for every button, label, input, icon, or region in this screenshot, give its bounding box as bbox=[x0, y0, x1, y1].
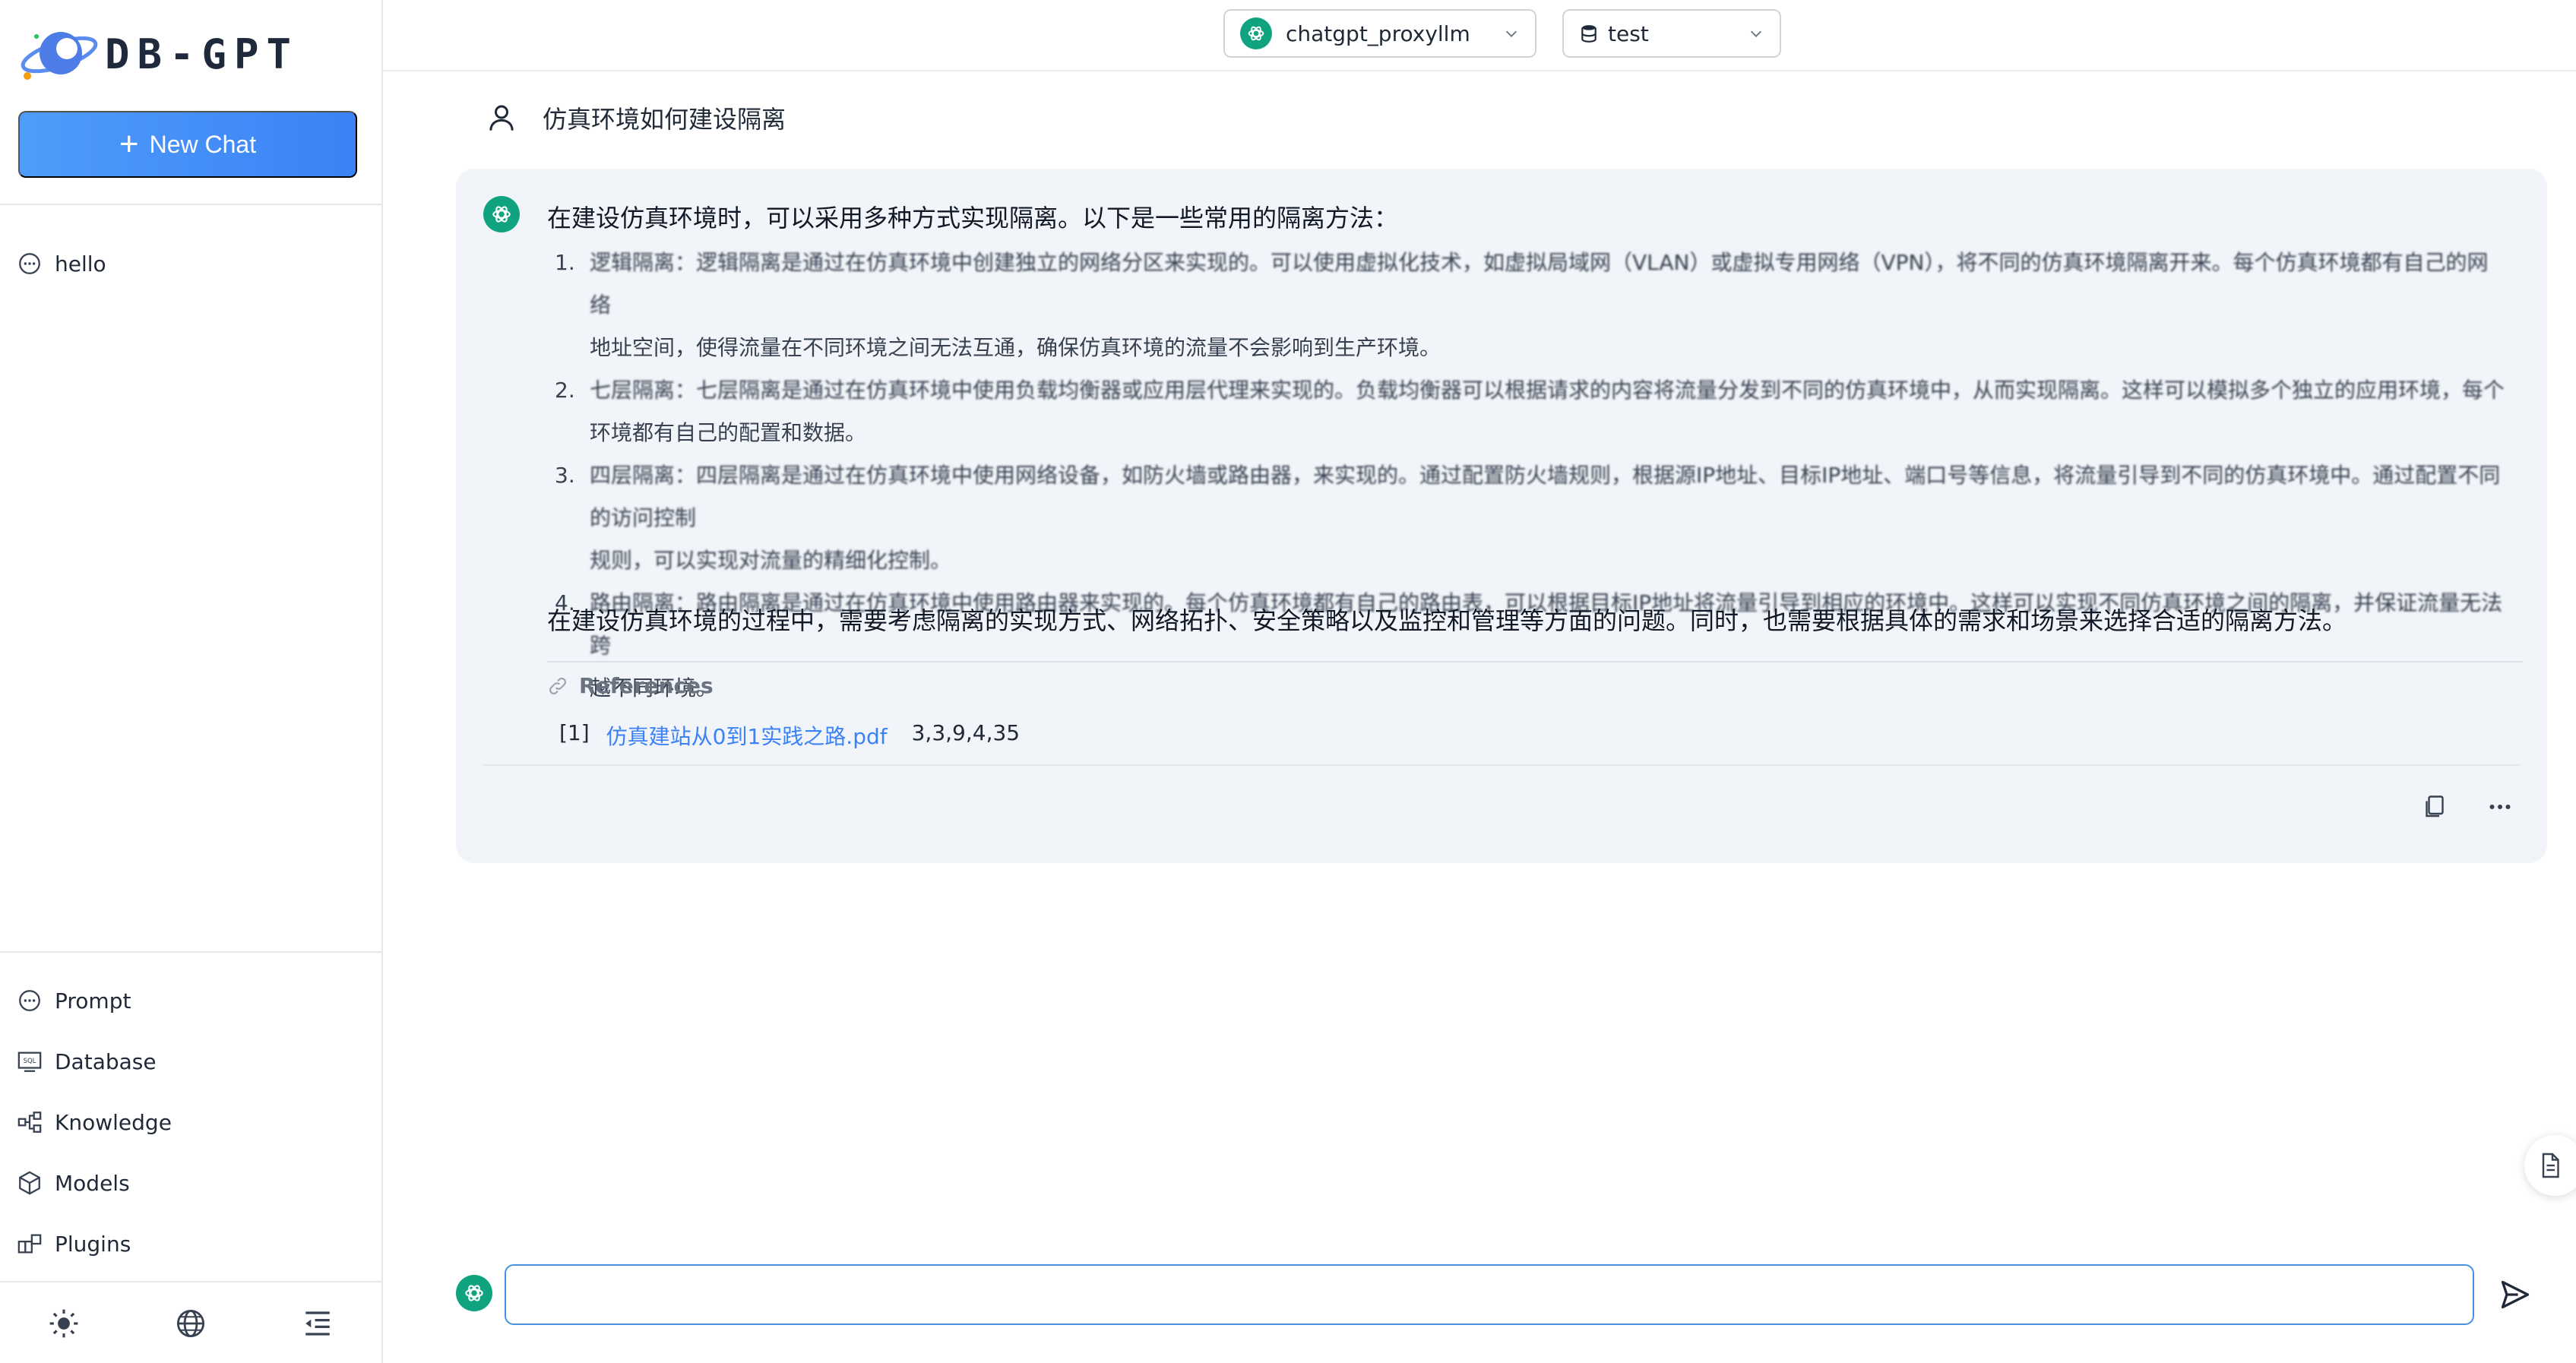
globe-icon[interactable] bbox=[175, 1308, 207, 1339]
sidebar-item-label: Database bbox=[55, 1048, 157, 1074]
list-item-line: 四层隔离：四层隔离是通过在仿真环境中使用网络设备，如防火墙或路由器，来实现的。通… bbox=[590, 463, 2501, 530]
user-icon bbox=[489, 105, 514, 131]
list-number: 3. bbox=[555, 463, 575, 488]
reference-pages: 3,3,9,4,35 bbox=[911, 720, 1021, 745]
reference-index: [1] bbox=[559, 720, 590, 745]
chat-bubble-icon bbox=[19, 253, 40, 274]
answer-intro: 在建设仿真环境时，可以采用多种方式实现隔离。以下是一些常用的隔离方法： bbox=[547, 204, 1399, 232]
chevron-down-icon bbox=[1750, 30, 1762, 37]
sidebar-item-prompt[interactable]: Prompt bbox=[17, 988, 131, 1014]
database-select-value: test bbox=[1608, 21, 1649, 46]
new-chat-button[interactable]: + New Chat bbox=[18, 111, 357, 178]
sidebar-item-label: Plugins bbox=[55, 1231, 131, 1257]
reference-item: [1] 仿真建站从0到1实践之路.pdf 3,3,9,4,35 bbox=[559, 720, 1020, 751]
model-select[interactable]: chatgpt_proxyllm bbox=[1223, 9, 1536, 58]
question-text: 仿真环境如何建设隔离 bbox=[543, 105, 786, 134]
list-item-line: 环境都有自己的配置和数据。 bbox=[590, 420, 867, 445]
chevron-down-icon bbox=[1505, 30, 1517, 37]
sidebar: DB-GPT + New Chat hello Prompt SQL Datab… bbox=[0, 0, 383, 1363]
sidebar-item-label: Knowledge bbox=[55, 1109, 172, 1135]
new-chat-label: New Chat bbox=[149, 130, 257, 158]
references-divider bbox=[547, 661, 2523, 663]
knowledge-graph-icon bbox=[17, 1112, 42, 1133]
card-actions bbox=[2421, 793, 2514, 821]
list-item-line: 逻辑隔离：逻辑隔离是通过在仿真环境中创建独立的网络分区来实现的。可以使用虚拟化技… bbox=[590, 250, 2489, 318]
database-icon bbox=[1581, 25, 1597, 43]
chat-input[interactable] bbox=[505, 1264, 2474, 1325]
more-options-icon[interactable] bbox=[2486, 793, 2514, 821]
plugin-icon bbox=[17, 1234, 42, 1254]
sidebar-divider bbox=[0, 204, 381, 205]
list-item-line: 规则，可以实现对流量的精细化控制。 bbox=[590, 548, 952, 573]
sidebar-divider bbox=[0, 951, 381, 953]
user-question: 仿真环境如何建设隔离 bbox=[486, 100, 786, 135]
send-icon[interactable] bbox=[2498, 1278, 2532, 1311]
message-icon bbox=[19, 990, 40, 1011]
openai-icon bbox=[456, 1275, 492, 1311]
history-item-hello[interactable]: hello bbox=[17, 251, 106, 277]
brand-name: DB-GPT bbox=[105, 30, 299, 78]
document-icon bbox=[2542, 1153, 2559, 1178]
header-divider bbox=[383, 70, 2576, 71]
sidebar-item-plugins[interactable]: Plugins bbox=[17, 1231, 131, 1257]
list-item: 2. 七层隔离：七层隔离是通过在仿真环境中使用负载均衡器或应用层代理来实现的。负… bbox=[547, 369, 2508, 454]
sun-icon[interactable] bbox=[48, 1308, 80, 1339]
history-item-label: hello bbox=[55, 251, 106, 277]
openai-icon bbox=[1240, 17, 1272, 49]
database-select[interactable]: test bbox=[1562, 9, 1781, 58]
brand-logo[interactable]: DB-GPT bbox=[17, 21, 299, 87]
list-number: 1. bbox=[555, 250, 575, 275]
sidebar-item-knowledge[interactable]: Knowledge bbox=[17, 1109, 172, 1135]
app-root: DB-GPT + New Chat hello Prompt SQL Datab… bbox=[0, 0, 2576, 1363]
answer-list: 1. 逻辑隔离：逻辑隔离是通过在仿真环境中创建独立的网络分区来实现的。可以使用虚… bbox=[547, 242, 2508, 710]
sidebar-item-database[interactable]: SQL Database bbox=[17, 1048, 157, 1074]
list-item-line: 越不同环境。 bbox=[590, 675, 718, 700]
list-item: 3. 四层隔离：四层隔离是通过在仿真环境中使用网络设备，如防火墙或路由器，来实现… bbox=[547, 454, 2508, 582]
answer-card: 在建设仿真环境时，可以采用多种方式实现隔离。以下是一些常用的隔离方法： 1. 逻… bbox=[456, 169, 2547, 863]
list-item-line: 七层隔离：七层隔离是通过在仿真环境中使用负载均衡器或应用层代理来实现的。负载均衡… bbox=[590, 378, 2505, 403]
list-number: 2. bbox=[555, 378, 575, 403]
planet-logo-icon bbox=[17, 21, 102, 87]
references-title-text: References bbox=[579, 673, 714, 698]
sidebar-item-models[interactable]: Models bbox=[17, 1170, 130, 1196]
sidebar-bottom-bar bbox=[0, 1284, 381, 1363]
document-float-button[interactable] bbox=[2524, 1135, 2576, 1196]
copy-icon[interactable] bbox=[2421, 793, 2448, 821]
answer-outro: 在建设仿真环境的过程中，需要考虑隔离的实现方式、网络拓扑、安全策略以及监控和管理… bbox=[547, 606, 2347, 635]
model-select-value: chatgpt_proxyllm bbox=[1286, 21, 1470, 46]
card-divider bbox=[483, 764, 2520, 766]
openai-icon bbox=[483, 196, 520, 232]
collapse-menu-icon[interactable] bbox=[302, 1308, 334, 1339]
reference-file-link[interactable]: 仿真建站从0到1实践之路.pdf bbox=[606, 720, 888, 751]
cube-icon bbox=[19, 1171, 40, 1195]
plus-icon: + bbox=[119, 125, 139, 163]
sidebar-divider bbox=[0, 1281, 381, 1282]
list-item: 1. 逻辑隔离：逻辑隔离是通过在仿真环境中创建独立的网络分区来实现的。可以使用虚… bbox=[547, 242, 2508, 369]
sidebar-item-label: Models bbox=[55, 1170, 130, 1196]
svg-text:SQL: SQL bbox=[24, 1058, 36, 1065]
link-icon bbox=[549, 677, 566, 694]
sidebar-item-label: Prompt bbox=[55, 988, 131, 1014]
references-title: References bbox=[547, 673, 714, 698]
sql-icon: SQL bbox=[17, 1052, 42, 1072]
list-item-line: 地址空间，使得流量在不同环境之间无法互通，确保仿真环境的流量不会影响到生产环境。 bbox=[590, 335, 1441, 360]
